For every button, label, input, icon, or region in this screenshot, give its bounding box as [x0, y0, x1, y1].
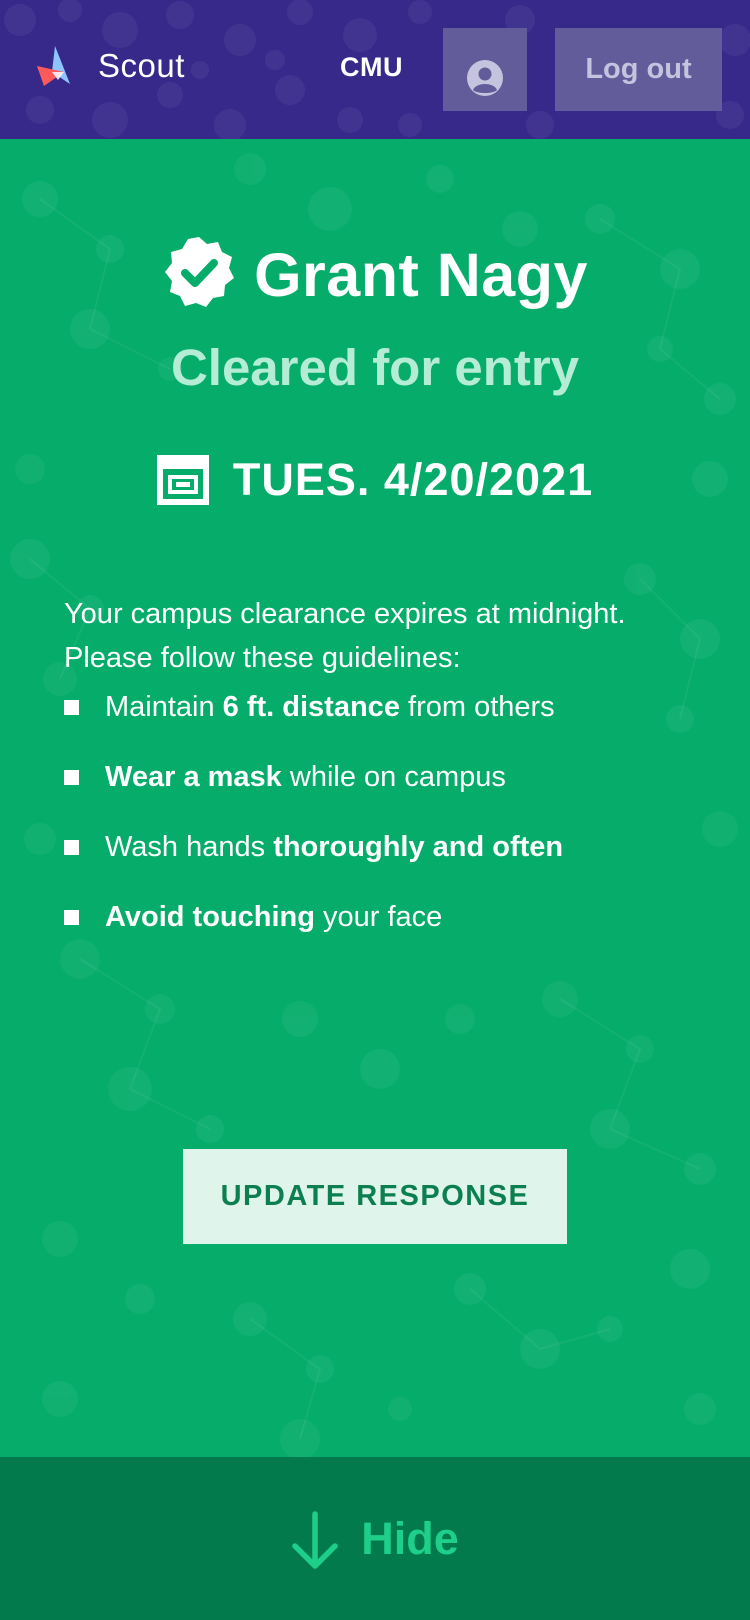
clearance-status: Cleared for entry	[170, 339, 580, 396]
clearance-pass: Grant Nagy Cleared for entry TUES. 4/20/…	[0, 139, 750, 1457]
guidelines-list: Maintain 6 ft. distance from others Wear…	[64, 672, 563, 952]
hide-label: Hide	[361, 1512, 459, 1564]
verified-badge-icon	[165, 237, 235, 307]
name-row: Grant Nagy	[0, 237, 750, 310]
update-response-button[interactable]: UPDATE RESPONSE	[183, 1149, 567, 1244]
bullet-icon	[64, 769, 79, 785]
guideline-text: Avoid touching your face	[105, 900, 443, 933]
app-header: Scout CMU Log out	[0, 0, 750, 139]
brand[interactable]: Scout	[34, 44, 185, 88]
date-row: TUES. 4/20/2021	[0, 454, 750, 506]
guideline-item: Maintain 6 ft. distance from others	[64, 672, 563, 742]
bullet-icon	[64, 699, 79, 715]
clearance-date: TUES. 4/20/2021	[232, 454, 594, 505]
clearance-intro: Your campus clearance expires at midnigh…	[64, 598, 626, 674]
guideline-item: Wash hands thoroughly and often	[64, 812, 563, 882]
app-name: Scout	[98, 47, 185, 84]
hide-pass-bar[interactable]: Hide	[0, 1457, 750, 1620]
guideline-text: Maintain 6 ft. distance from others	[105, 690, 555, 723]
bullet-icon	[64, 839, 79, 855]
bullet-icon	[64, 909, 79, 925]
arrow-down-icon	[292, 1510, 338, 1569]
guideline-item: Avoid touching your face	[64, 882, 563, 952]
profile-button[interactable]	[443, 28, 527, 111]
guideline-text: Wear a mask while on campus	[105, 760, 506, 793]
guideline-item: Wear a mask while on campus	[64, 742, 563, 812]
calendar-icon	[156, 455, 209, 505]
organization-label: CMU	[340, 52, 403, 82]
person-name: Grant Nagy	[254, 241, 588, 309]
scout-logo-icon	[37, 46, 70, 86]
guideline-text: Wash hands thoroughly and often	[105, 830, 564, 863]
logout-button[interactable]: Log out	[555, 28, 722, 111]
user-avatar-icon	[467, 60, 503, 96]
